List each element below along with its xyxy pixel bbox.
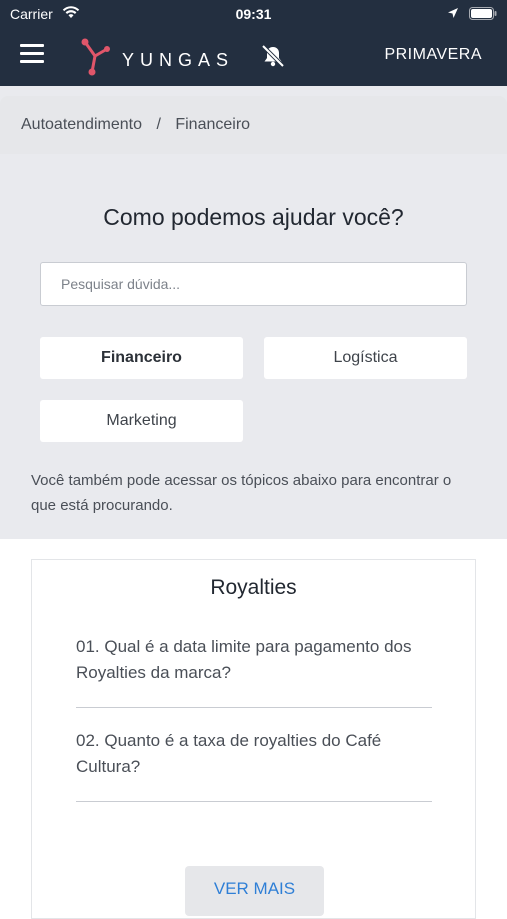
divider — [76, 707, 432, 708]
logo-text: YUNGAS — [122, 50, 235, 70]
topic-card: Royalties 01. Qual é a data limite para … — [31, 559, 476, 919]
yungas-logo-icon — [81, 38, 110, 76]
divider — [76, 801, 432, 802]
category-financeiro-button[interactable]: Financeiro — [40, 337, 243, 379]
menu-icon[interactable] — [20, 44, 44, 64]
breadcrumb: Autoatendimento / Financeiro — [0, 96, 507, 154]
faq-question-1[interactable]: 01. Qual é a data limite para pagamento … — [76, 634, 432, 686]
category-logistica-button[interactable]: Logística — [264, 337, 467, 379]
breadcrumb-current-financeiro[interactable]: Financeiro — [175, 116, 250, 133]
help-section: Autoatendimento / Financeiro Como podemo… — [0, 86, 507, 539]
battery-icon — [469, 7, 497, 23]
category-marketing-button[interactable]: Marketing — [40, 400, 243, 442]
notifications-off-icon[interactable] — [260, 43, 286, 74]
app-header: YUNGAS PRIMAVERA — [0, 28, 507, 86]
page-title: Como podemos ajudar você? — [103, 204, 404, 230]
topic-title: Royalties — [210, 576, 297, 599]
breadcrumb-link-autoatendimento[interactable]: Autoatendimento — [21, 116, 142, 133]
search-input[interactable] — [40, 262, 467, 306]
clock: 09:31 — [235, 6, 272, 22]
see-more-button[interactable]: VER MAIS — [185, 866, 324, 916]
status-bar: Carrier 09:31 — [0, 0, 507, 28]
breadcrumb-separator: / — [156, 116, 161, 133]
location-arrow-icon — [447, 6, 459, 22]
faq-question-2[interactable]: 02. Quanto é a taxa de royalties do Café… — [76, 728, 432, 780]
helper-text: Você também pode acessar os tópicos abai… — [31, 472, 452, 514]
franchise-selector[interactable]: PRIMAVERA — [384, 46, 482, 64]
brand-logo[interactable]: YUNGAS — [80, 38, 230, 78]
